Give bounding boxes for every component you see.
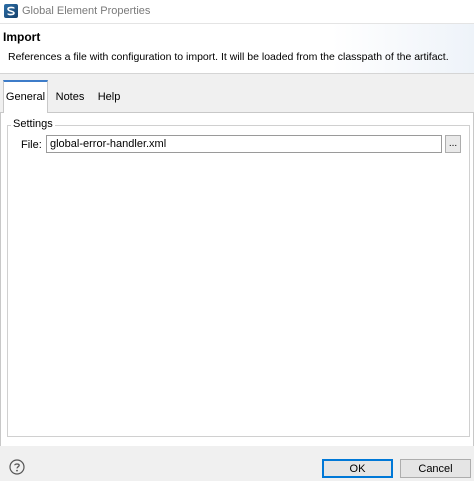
tab-bar: General Notes Help xyxy=(0,80,474,114)
dialog-description: References a file with configuration to … xyxy=(8,51,449,63)
cancel-button[interactable]: Cancel xyxy=(400,459,471,478)
settings-group xyxy=(7,125,470,437)
tab-general[interactable]: General xyxy=(3,80,48,114)
dialog-footer: OK Cancel xyxy=(0,446,474,481)
dialog-title: Import xyxy=(3,30,41,44)
window-title: Global Element Properties xyxy=(22,5,151,17)
question-mark-circle-icon[interactable] xyxy=(9,459,25,475)
tab-notes[interactable]: Notes xyxy=(52,80,88,113)
app-icon xyxy=(4,4,18,18)
tab-help[interactable]: Help xyxy=(94,80,124,113)
title-bar: Global Element Properties xyxy=(0,0,474,24)
ok-button[interactable]: OK xyxy=(322,459,393,478)
dialog-header: Import References a file with configurat… xyxy=(0,24,474,74)
browse-button[interactable]: ... xyxy=(445,135,461,153)
general-tab-panel: Settings File: ... xyxy=(0,113,474,446)
file-input[interactable] xyxy=(46,135,442,153)
settings-group-label: Settings xyxy=(11,118,55,130)
file-label: File: xyxy=(21,139,42,151)
